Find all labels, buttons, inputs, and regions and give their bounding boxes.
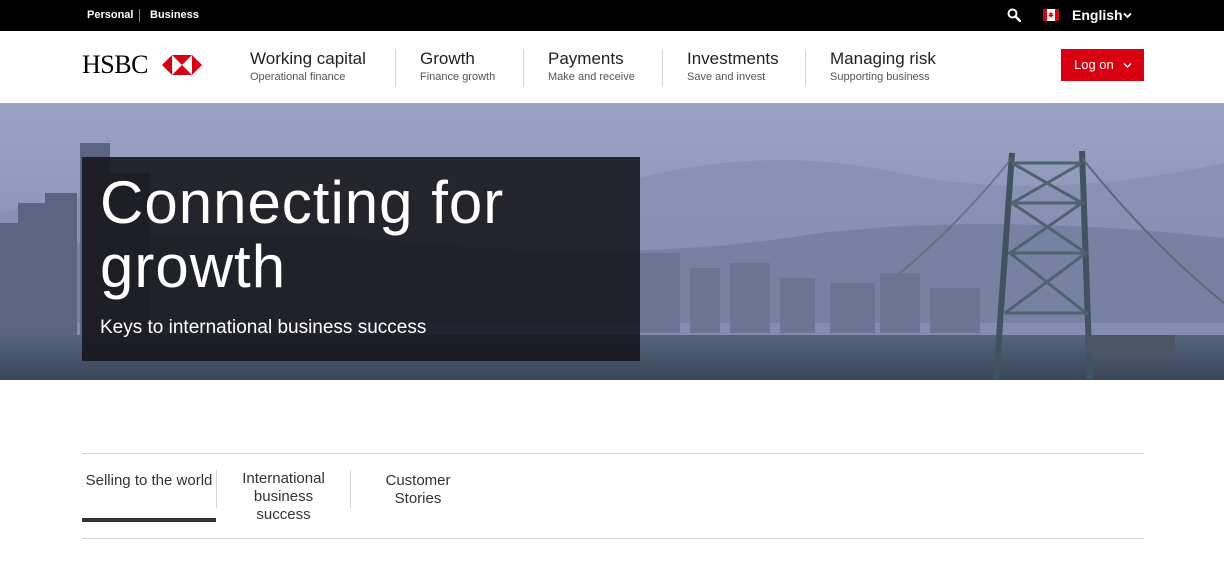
nav-title: Working capital (250, 49, 366, 68)
hero-title: Connecting for growth (100, 169, 505, 300)
nav-divider (662, 49, 663, 87)
chevron-down-icon[interactable] (1123, 12, 1132, 19)
nav-growth[interactable]: Growth Finance growth (420, 49, 495, 89)
log-on-button[interactable]: Log on (1061, 49, 1144, 81)
tabs-top-border (82, 453, 1144, 454)
hero-banner: Connecting for growth Keys to internatio… (0, 103, 1224, 380)
nav-title: Payments (548, 49, 624, 68)
log-on-label: Log on (1074, 57, 1114, 72)
hero-text-panel: Connecting for growth Keys to internatio… (82, 157, 640, 361)
main-header: HSBC Working capital Operational finance… (0, 31, 1224, 103)
nav-subtitle: Supporting business (830, 71, 930, 83)
hsbc-hexagon-icon (162, 55, 202, 75)
tab-label: Customer Stories (385, 472, 451, 507)
nav-divider (523, 49, 524, 87)
logo-text: HSBC (82, 50, 148, 79)
chevron-down-icon (1123, 63, 1132, 68)
personal-link[interactable]: Personal (87, 0, 133, 31)
language-selector[interactable]: English (1072, 0, 1123, 31)
nav-investments[interactable]: Investments Save and invest (687, 49, 779, 89)
tab-label: International business success (242, 470, 325, 523)
nav-title: Managing risk (830, 49, 936, 68)
nav-subtitle: Finance growth (420, 71, 496, 83)
nav-divider (395, 49, 396, 87)
nav-working-capital[interactable]: Working capital Operational finance (250, 49, 366, 89)
segment-divider (139, 9, 140, 22)
nav-subtitle: Make and receive (548, 71, 635, 83)
business-link[interactable]: Business (150, 0, 199, 31)
tab-international-business-success[interactable]: International business success (216, 462, 351, 523)
nav-payments[interactable]: Payments Make and receive (548, 49, 635, 89)
tab-customer-stories[interactable]: Customer Stories (351, 462, 485, 522)
nav-title: Investments (687, 49, 779, 68)
canada-flag-icon (1043, 9, 1059, 21)
tabs-bottom-border (82, 538, 1144, 539)
top-utility-bar: Personal Business English (0, 0, 1224, 31)
nav-managing-risk[interactable]: Managing risk Supporting business (830, 49, 936, 89)
tab-label: Selling to the world (85, 472, 213, 489)
nav-subtitle: Operational finance (250, 71, 346, 83)
search-icon[interactable] (1007, 8, 1021, 22)
nav-divider (805, 49, 806, 87)
nav-subtitle: Save and invest (687, 71, 766, 83)
hero-subtitle: Keys to international business success (100, 317, 427, 338)
tab-selling-to-the-world[interactable]: Selling to the world (82, 462, 216, 522)
nav-title: Growth (420, 49, 475, 68)
